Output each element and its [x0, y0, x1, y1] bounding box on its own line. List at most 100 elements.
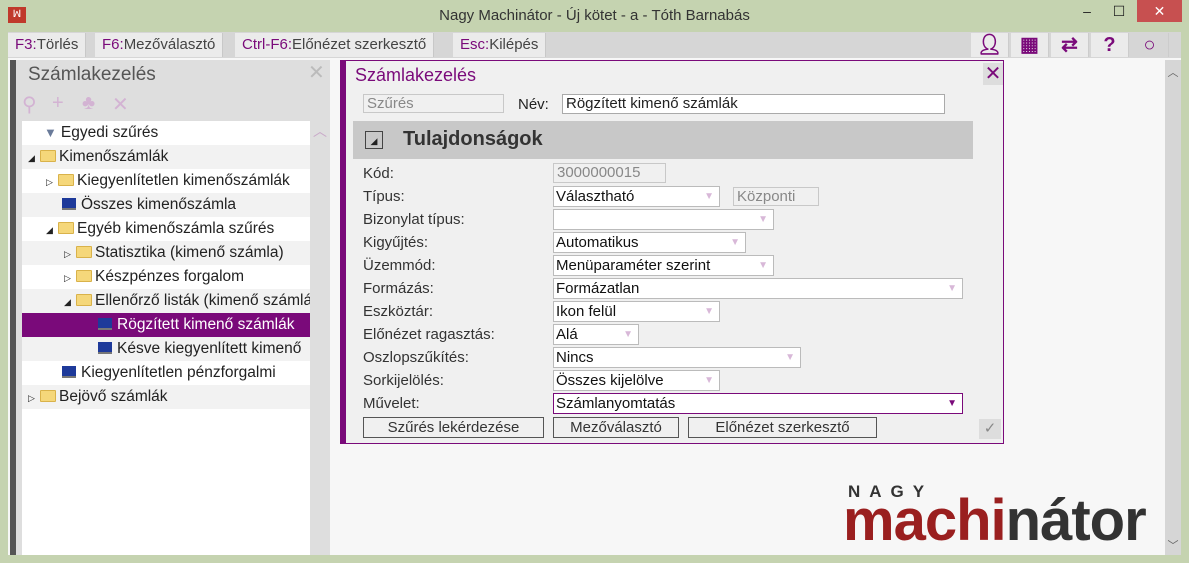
unpin-icon[interactable]: ✕	[112, 92, 129, 117]
dialog-title: Számlakezelés	[355, 65, 477, 85]
field-chooser-dialog-button[interactable]: Mezőválasztó	[553, 417, 679, 438]
tree-node[interactable]: Kiegyenlítetlen pénzforgalmi	[22, 361, 310, 385]
collection-select[interactable]: Automatikus ▼	[553, 232, 746, 253]
tree-scrollbar[interactable]: ︿	[310, 121, 330, 555]
tree-node[interactable]: ▷ Kiegyenlítetlen kimenőszámlák	[22, 169, 310, 193]
expanded-arrow-icon[interactable]: ◢	[46, 218, 58, 241]
chevron-down-icon: ▼	[758, 214, 768, 225]
tree-node[interactable]: Késve kiegyenlített kimenő	[22, 337, 310, 361]
code-field: 3000000015	[553, 163, 666, 183]
mode-label: Üzemmód:	[363, 257, 436, 274]
section-title: Tulajdonságok	[403, 128, 543, 150]
maximize-button[interactable]: ☐	[1104, 0, 1134, 22]
collapse-toggle-icon[interactable]: ◢	[365, 131, 383, 149]
column-narrowing-select[interactable]: Nincs ▼	[553, 347, 801, 368]
folder-icon	[76, 246, 92, 258]
expanded-arrow-icon[interactable]: ◢	[64, 290, 76, 313]
tree-panel: Számlakezelés ✕ ⚲ + ♣ ✕ ▼ Egyedi szűrés ◢…	[10, 60, 330, 555]
circle-icon[interactable]: ○	[1131, 33, 1169, 57]
row-selection-label: Sorkijelölés:	[363, 372, 444, 389]
type-label: Típus:	[363, 188, 405, 205]
folder-icon	[40, 150, 56, 162]
row-selection-select[interactable]: Összes kijelölve ▼	[553, 370, 720, 391]
check-icon[interactable]: ✓	[979, 419, 1001, 439]
tree-node[interactable]: Összes kimenőszámla	[22, 193, 310, 217]
tree-node[interactable]: ▼ Egyedi szűrés	[22, 121, 310, 145]
toolbar-label: Eszköztár:	[363, 303, 434, 320]
monitor-icon	[98, 342, 112, 354]
chevron-down-icon: ▼	[704, 306, 714, 317]
tree-node[interactable]: ▷ Bejövő számlák	[22, 385, 310, 409]
chevron-down-icon: ▼	[730, 237, 740, 248]
collapsed-arrow-icon[interactable]: ▷	[64, 266, 76, 289]
preview-attach-select[interactable]: Alá ▼	[553, 324, 639, 345]
collapsed-arrow-icon[interactable]: ▷	[46, 170, 58, 193]
preview-attach-label: Előnézet ragasztás:	[363, 326, 495, 343]
tree-node[interactable]: ▷ Készpénzes forgalom	[22, 265, 310, 289]
tree-icon[interactable]: ♣	[82, 92, 95, 115]
name-input[interactable]: Rögzített kimenő számlák	[562, 94, 945, 114]
title-bar: ꟽ Nagy Machinátor - Új kötet - a - Tóth …	[0, 0, 1189, 32]
filter-dialog: Számlakezelés ✕ Szűrés Név: Rögzített ki…	[340, 60, 1004, 444]
expanded-arrow-icon[interactable]: ◢	[28, 146, 40, 169]
preview-editor-button[interactable]: Ctrl-F6:Előnézet szerkesztő	[235, 33, 435, 57]
tree-node[interactable]: ◢ Kimenőszámlák	[22, 145, 310, 169]
filter-icon: ▼	[44, 125, 57, 140]
monitor-icon	[62, 198, 76, 210]
operation-label: Művelet:	[363, 395, 420, 412]
close-window-button[interactable]: ✕	[1137, 0, 1182, 22]
query-filter-button[interactable]: Szűrés lekérdezése	[363, 417, 544, 438]
window-title: Nagy Machinátor - Új kötet - a - Tóth Ba…	[439, 7, 750, 24]
panel-title: Számlakezelés	[28, 64, 156, 85]
folder-icon	[76, 270, 92, 282]
monitor-icon	[62, 366, 76, 378]
help-icon[interactable]: ?	[1091, 33, 1129, 57]
chevron-down-icon: ▼	[758, 260, 768, 271]
chevron-down-icon: ▼	[785, 352, 795, 363]
chevron-down-icon: ▼	[947, 283, 957, 294]
document-type-select[interactable]: ▼	[553, 209, 774, 230]
grid-icon[interactable]: ▦	[1011, 33, 1049, 57]
collapsed-arrow-icon[interactable]: ▷	[64, 242, 76, 265]
tree-node[interactable]: ▷ Statisztika (kimenő számla)	[22, 241, 310, 265]
tree-node[interactable]: ◢ Ellenőrző listák (kimenő számlák)	[22, 289, 310, 313]
column-narrowing-label: Oszlopszűkítés:	[363, 349, 469, 366]
chevron-down-icon: ▼	[947, 398, 957, 409]
minimize-button[interactable]: –	[1072, 0, 1102, 22]
collapsed-arrow-icon[interactable]: ▷	[28, 386, 40, 409]
operation-select[interactable]: Számlanyomtatás ▼	[553, 393, 963, 414]
formatting-label: Formázás:	[363, 280, 434, 297]
chevron-down-icon: ▼	[623, 329, 633, 340]
properties-section-header[interactable]: ◢ Tulajdonságok	[353, 121, 973, 159]
monitor-icon	[98, 318, 112, 330]
filter-type-field: Szűrés	[363, 94, 504, 113]
tree-view: ▼ Egyedi szűrés ◢ Kimenőszámlák ▷ Kiegyenlí…	[22, 121, 310, 555]
chevron-down-icon: ▼	[704, 191, 714, 202]
formatting-select[interactable]: Formázatlan ▼	[553, 278, 963, 299]
dialog-close-button[interactable]: ✕	[983, 63, 1003, 85]
name-label: Név:	[518, 96, 549, 113]
document-type-label: Bizonylat típus:	[363, 211, 465, 228]
swap-arrows-icon[interactable]: ⇄	[1051, 33, 1089, 57]
preview-editor-dialog-button[interactable]: Előnézet szerkesztő	[688, 417, 877, 438]
type-select[interactable]: Választható ▼	[553, 186, 720, 207]
collection-label: Kigyűjtés:	[363, 234, 429, 251]
tree-node-selected[interactable]: Rögzített kimenő számlák	[22, 313, 310, 337]
user-icon[interactable]: 👤︎	[971, 33, 1009, 57]
search-icon[interactable]: ⚲	[22, 92, 37, 117]
folder-icon	[58, 222, 74, 234]
field-chooser-button[interactable]: F6:Mezőválasztó	[95, 33, 224, 57]
folder-icon	[40, 390, 56, 402]
exit-button[interactable]: Esc:Kilépés	[453, 33, 547, 57]
panel-close-icon[interactable]: ✕	[308, 60, 325, 85]
folder-icon	[76, 294, 92, 306]
nagy-machinator-logo: NAGY machinátor	[843, 482, 1147, 553]
add-icon[interactable]: +	[52, 92, 64, 115]
delete-button[interactable]: F3:Törlés	[8, 33, 87, 57]
toolbar-select[interactable]: Ikon felül ▼	[553, 301, 720, 322]
code-label: Kód:	[363, 165, 394, 182]
chevron-down-icon: ▼	[704, 375, 714, 386]
mode-select[interactable]: Menüparaméter szerint ▼	[553, 255, 774, 276]
tree-node[interactable]: ◢ Egyéb kimenőszámla szűrés	[22, 217, 310, 241]
scope-field: Központi	[733, 187, 819, 206]
